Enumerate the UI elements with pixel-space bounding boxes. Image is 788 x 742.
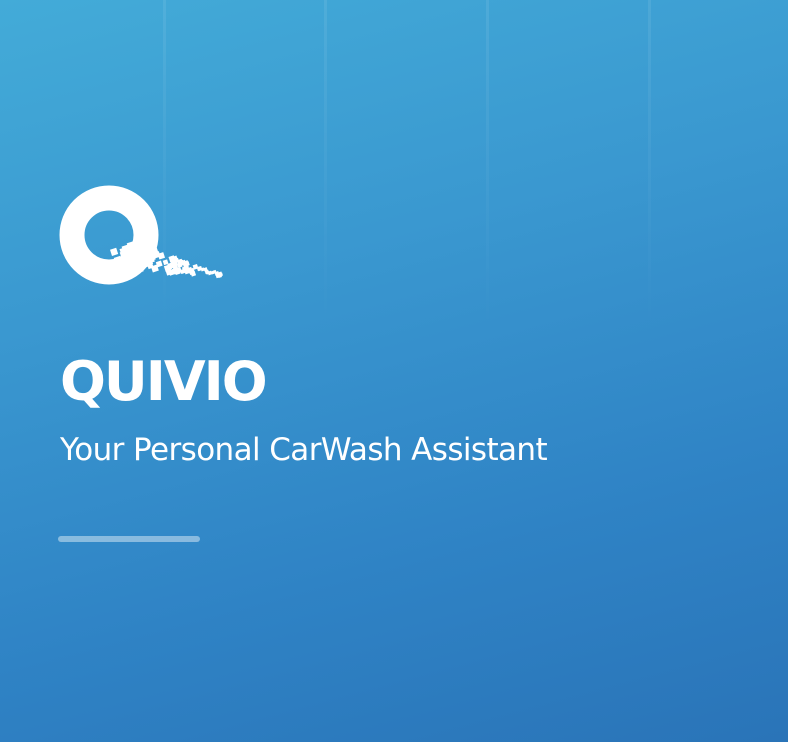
loading-progress-fill (58, 536, 200, 542)
splash-screen: QUIVIO Your Personal CarWash Assistant (0, 0, 788, 742)
quivio-q-logo-icon (59, 185, 223, 285)
brand-name: QUIVIO (60, 350, 268, 413)
background-stripe (486, 0, 489, 330)
tagline: Your Personal CarWash Assistant (60, 432, 548, 468)
background-stripe (648, 0, 651, 330)
loading-progress-bar (58, 536, 200, 542)
logo-pixel (110, 247, 119, 256)
background-stripe (324, 0, 327, 330)
